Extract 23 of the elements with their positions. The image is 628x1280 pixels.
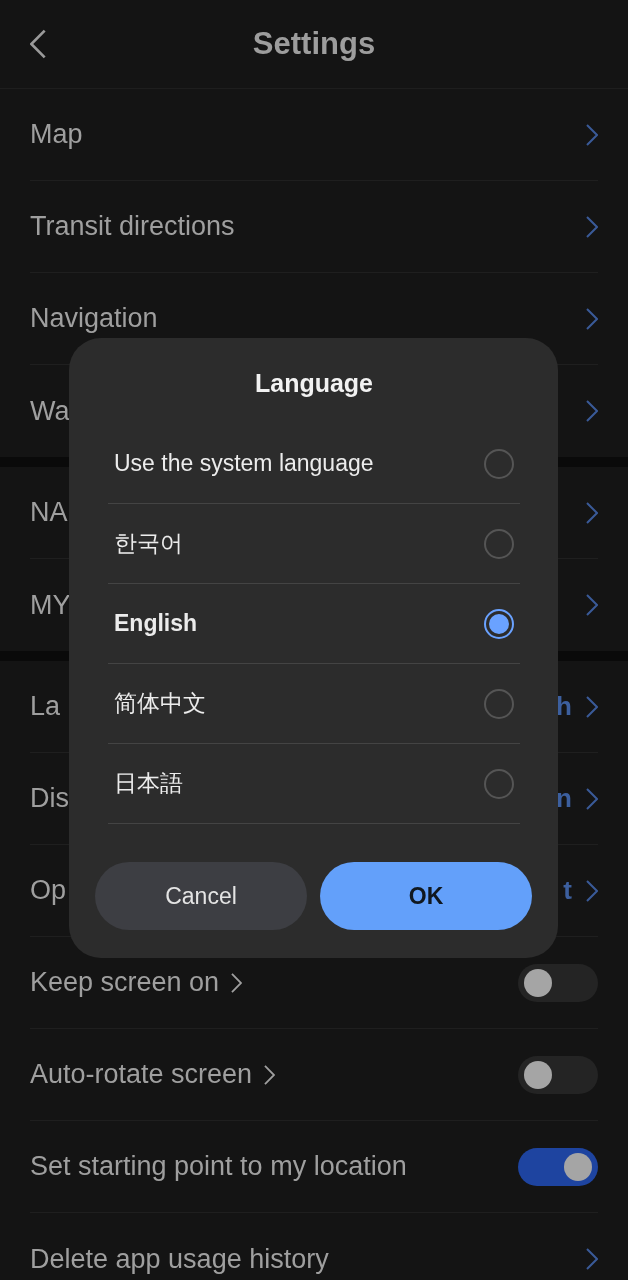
option-label: Use the system language (114, 450, 374, 477)
option-label: English (114, 610, 198, 637)
row-label: Wa (30, 395, 70, 427)
option-label: 한국어 (114, 529, 183, 558)
row-label: Delete app usage history (30, 1243, 329, 1275)
row-value: h (556, 691, 572, 722)
row-label: Keep screen on (30, 967, 220, 998)
row-label: Set starting point to my location (30, 1151, 407, 1182)
row-label: NA (30, 497, 68, 528)
dialog-title: Language (253, 368, 375, 398)
row-label: Navigation (30, 303, 158, 334)
row-label: Auto-rotate screen (30, 1059, 253, 1090)
option-label: 日本語 (114, 769, 183, 798)
row-label: MY (30, 589, 71, 621)
row-label: Map (30, 119, 83, 150)
row-value: t (563, 875, 572, 906)
row-label: Op (30, 875, 67, 906)
page-title: Settings (252, 26, 376, 62)
row-label: La (30, 691, 61, 722)
row-value: n (556, 783, 572, 814)
row-label: Transit directions (30, 211, 235, 242)
option-label: 简体中文 (114, 689, 206, 718)
row-label: Dis (30, 783, 69, 814)
